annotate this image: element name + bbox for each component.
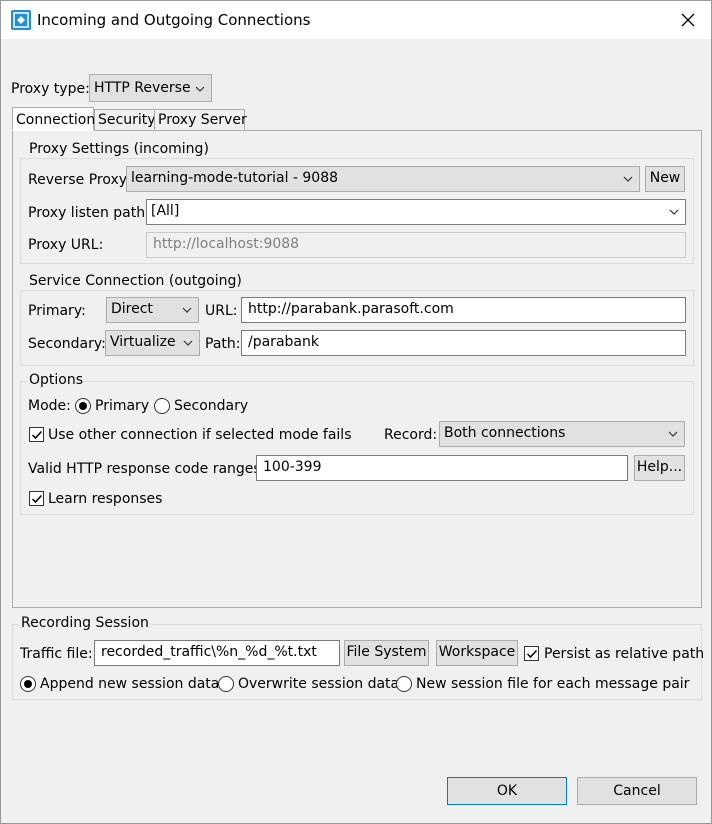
secondary-label: Secondary: [28,336,106,352]
listen-path-value: [All] [151,203,180,219]
app-icon [11,10,31,30]
options-title: Options [27,372,86,388]
close-button[interactable] [665,1,711,39]
learn-responses-label: Learn responses [48,491,163,507]
valid-codes-field[interactable]: 100-399 [256,455,628,481]
close-icon [681,13,695,27]
checkmark-icon [31,430,43,440]
use-other-connection-checkbox[interactable] [29,427,44,442]
mode-label: Mode: [28,398,71,414]
reverse-proxy-value: learning-mode-tutorial - 9088 [131,170,339,186]
reverse-proxy-select[interactable]: learning-mode-tutorial - 9088 [126,166,640,192]
proxy-settings-title: Proxy Settings (incoming) [27,141,211,157]
primary-value: Direct [111,301,153,317]
secondary-value: Virtualize [110,334,176,350]
chevron-down-icon [668,431,678,437]
append-session-label: Append new session data [40,676,220,692]
record-label: Record: [384,427,438,443]
help-button[interactable]: Help... [634,455,685,481]
chevron-down-icon [183,340,193,346]
secondary-select[interactable]: Virtualize [105,330,200,356]
proxy-type-label: Proxy type: [11,81,90,97]
proxy-type-value: HTTP Reverse [94,80,191,96]
chevron-down-icon [182,307,192,313]
proxy-type-select[interactable]: HTTP Reverse [89,74,212,102]
traffic-file-label: Traffic file: [20,646,93,662]
primary-select[interactable]: Direct [106,297,199,323]
url-label: URL: [205,303,238,319]
path-label: Path: [205,336,241,352]
path-field[interactable]: /parabank [241,330,686,356]
ok-button[interactable]: OK [447,777,567,805]
reverse-proxy-label: Reverse Proxy: [28,172,131,188]
tab-connection[interactable]: Connection [12,107,96,131]
valid-codes-label: Valid HTTP response code ranges: [28,461,266,477]
overwrite-session-label: Overwrite session data [238,676,400,692]
title-bar: Incoming and Outgoing Connections [1,1,711,39]
chevron-down-icon [195,86,205,92]
tab-security-label: Security [98,112,156,128]
checkmark-icon [31,494,43,504]
tab-connection-label: Connection [16,112,96,128]
checkmark-icon [526,649,538,659]
new-session-file-radio[interactable] [396,676,412,692]
tab-security[interactable]: Security [94,109,156,131]
append-session-radio[interactable] [20,676,36,692]
mode-primary-label: Primary [95,398,150,414]
learn-responses-checkbox[interactable] [29,491,44,506]
use-other-connection-label: Use other connection if selected mode fa… [48,427,352,443]
chevron-down-icon [623,176,633,182]
mode-primary-radio[interactable] [75,398,91,414]
mode-secondary-radio[interactable] [154,398,170,414]
new-session-file-label: New session file for each message pair [416,676,690,692]
proxy-url-field: http://localhost:9088 [146,232,686,258]
cancel-button[interactable]: Cancel [577,777,697,805]
listen-path-combo[interactable]: [All] [146,199,686,225]
primary-label: Primary: [28,303,86,319]
chevron-down-icon [669,209,679,215]
file-system-button[interactable]: File System [344,640,429,666]
listen-path-label: Proxy listen path: [28,205,150,221]
persist-relative-label: Persist as relative path [544,646,705,662]
url-field[interactable]: http://parabank.parasoft.com [241,297,686,323]
record-select[interactable]: Both connections [439,421,685,447]
tab-proxy-server-label: Proxy Server [158,112,247,128]
overwrite-session-radio[interactable] [218,676,234,692]
proxy-url-label: Proxy URL: [28,237,104,253]
service-connection-title: Service Connection (outgoing) [27,273,244,289]
record-value: Both connections [444,425,566,441]
persist-relative-checkbox[interactable] [524,646,539,661]
new-proxy-button[interactable]: New [645,166,685,192]
traffic-file-field[interactable]: recorded_traffic\%n_%d_%t.txt [94,640,340,666]
tab-proxy-server[interactable]: Proxy Server [154,109,247,131]
dialog-window: Incoming and Outgoing Connections Proxy … [0,0,712,824]
mode-secondary-label: Secondary [174,398,249,414]
recording-title: Recording Session [19,615,151,631]
window-title: Incoming and Outgoing Connections [37,11,311,29]
workspace-button[interactable]: Workspace [436,640,518,666]
